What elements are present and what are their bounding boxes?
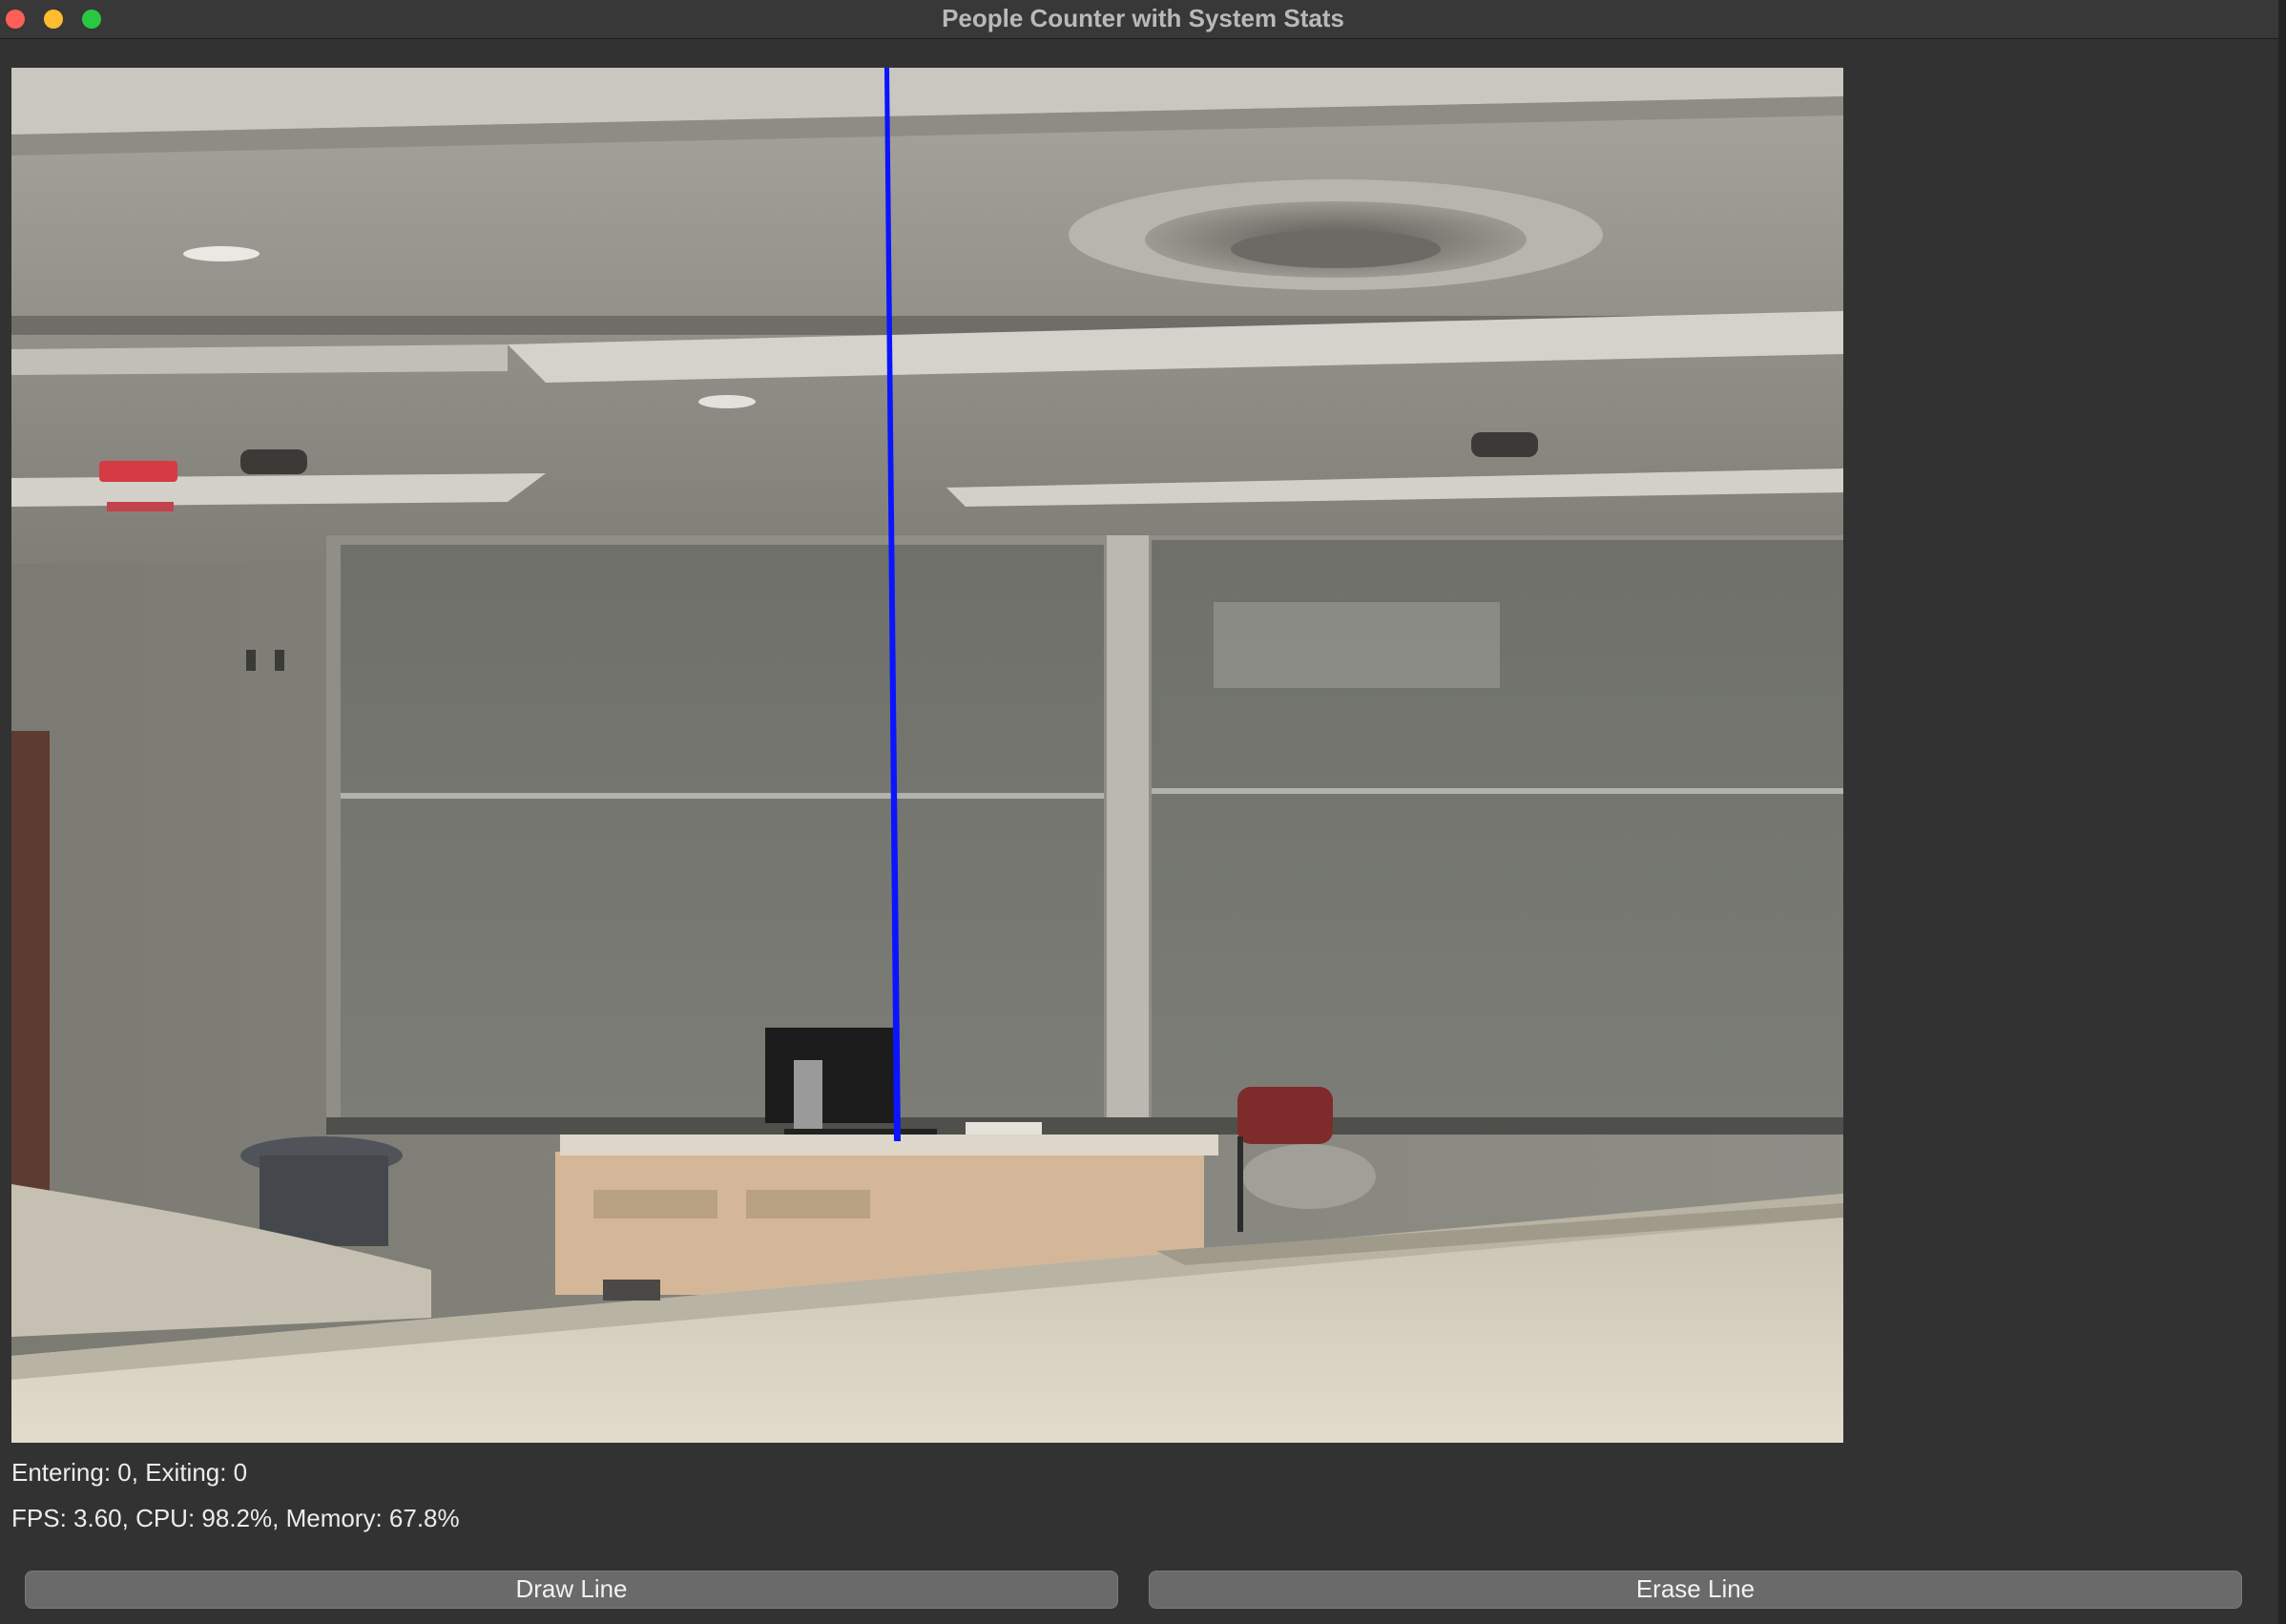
draw-line-button[interactable]: Draw Line — [25, 1571, 1118, 1609]
video-feed[interactable] — [11, 68, 1843, 1443]
window-title: People Counter with System Stats — [942, 4, 1344, 32]
system-stats-label: FPS: 3.60, CPU: 98.2%, Memory: 67.8% — [11, 1504, 460, 1532]
camera-frame — [11, 68, 1843, 1443]
erase-line-button[interactable]: Erase Line — [1149, 1571, 2242, 1609]
counts-label: Entering: 0, Exiting: 0 — [11, 1458, 248, 1487]
title-bar: People Counter with System Stats — [0, 0, 2286, 39]
window-edge — [2278, 0, 2286, 1624]
